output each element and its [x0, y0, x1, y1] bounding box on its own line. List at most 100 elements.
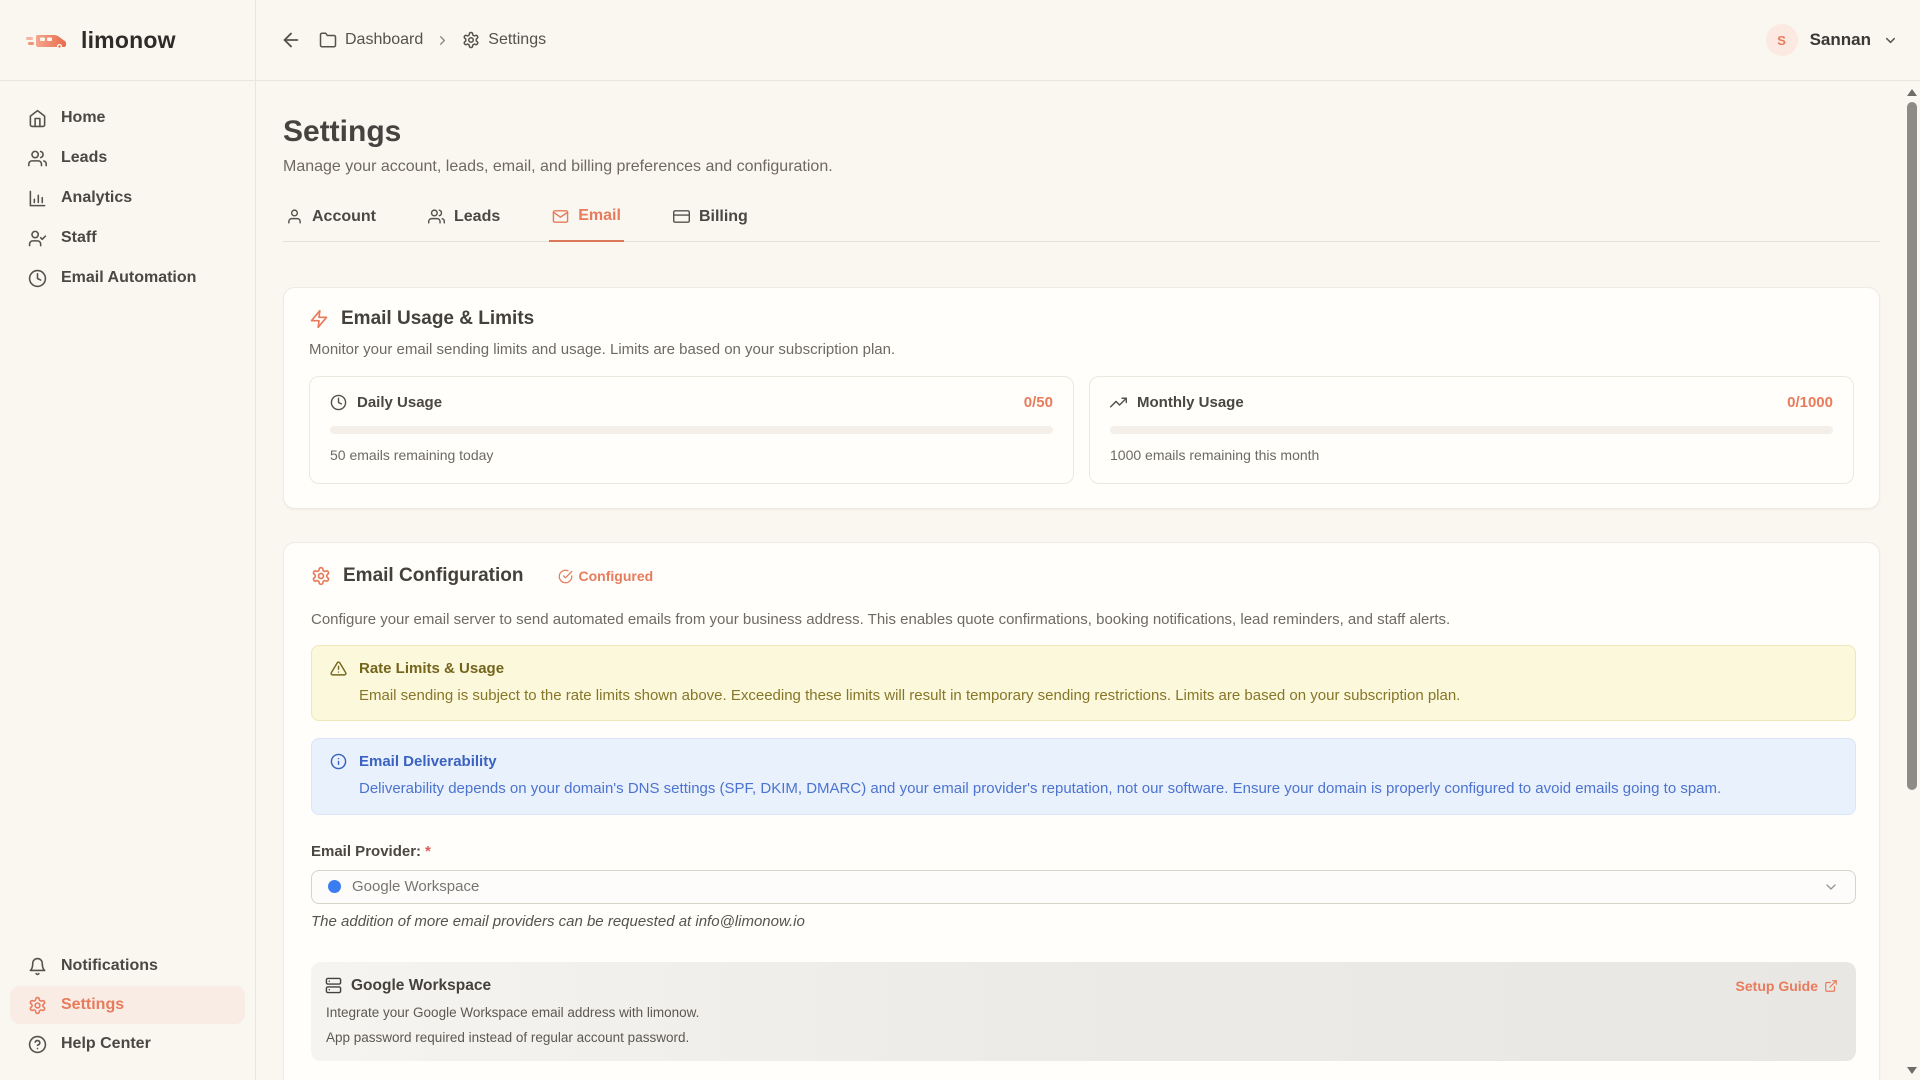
- google-workspace-head: Google Workspace Setup Guide: [325, 977, 1838, 995]
- setup-guide-link[interactable]: Setup Guide: [1736, 978, 1838, 994]
- tab-leads[interactable]: Leads: [425, 207, 503, 241]
- email-provider-label: Email Provider:*: [311, 843, 1854, 860]
- configured-badge-label: Configured: [579, 568, 654, 584]
- deliverability-info: Email Deliverability Deliverability depe…: [311, 738, 1856, 814]
- breadcrumb-settings[interactable]: Settings: [462, 31, 546, 49]
- daily-usage-label: Daily Usage: [357, 394, 442, 411]
- sidebar-item-notifications[interactable]: Notifications: [0, 946, 255, 986]
- back-arrow-icon[interactable]: [280, 29, 302, 51]
- google-workspace-line1: Integrate your Google Workspace email ad…: [325, 1005, 1838, 1020]
- home-icon: [28, 109, 47, 128]
- sidebar-bottom-nav: Notifications Settings Help Center: [0, 946, 255, 1080]
- google-workspace-title: Google Workspace: [351, 977, 491, 995]
- tab-account[interactable]: Account: [283, 207, 379, 241]
- zap-icon: [309, 309, 329, 329]
- tab-billing[interactable]: Billing: [670, 207, 751, 241]
- page-subtitle: Manage your account, leads, email, and b…: [283, 158, 1880, 176]
- monthly-usage-remaining: 1000 emails remaining this month: [1110, 447, 1833, 463]
- bell-icon: [28, 957, 47, 976]
- selected-provider: Google Workspace: [352, 878, 479, 895]
- warning-title: Rate Limits & Usage: [359, 660, 504, 677]
- provider-color-dot: [328, 880, 341, 893]
- sidebar-item-label: Email Automation: [61, 269, 196, 287]
- help-circle-icon: [28, 1035, 47, 1054]
- daily-usage-head: Daily Usage 0/50: [330, 394, 1053, 411]
- gear-icon: [311, 566, 331, 586]
- config-section-head: Email Configuration Configured: [311, 565, 1854, 587]
- chevron-down-icon: [1883, 33, 1898, 48]
- external-link-icon: [1824, 979, 1838, 993]
- credit-card-icon: [673, 208, 690, 225]
- limo-truck-icon: [26, 29, 68, 51]
- scrollbar-thumb[interactable]: [1907, 102, 1917, 790]
- scrollbar-down-arrow[interactable]: [1907, 1067, 1917, 1075]
- sidebar-item-staff[interactable]: Staff: [0, 218, 255, 258]
- daily-usage-remaining: 50 emails remaining today: [330, 447, 1053, 463]
- sidebar-nav: Home Leads Analytics Staff Email Automat…: [0, 81, 255, 298]
- sidebar-item-analytics[interactable]: Analytics: [0, 178, 255, 218]
- gear-icon: [28, 996, 47, 1015]
- email-provider-select[interactable]: Google Workspace: [311, 870, 1856, 904]
- sidebar-item-settings[interactable]: Settings: [10, 986, 245, 1024]
- mail-icon: [552, 208, 569, 225]
- sidebar-item-home[interactable]: Home: [0, 98, 255, 138]
- user-check-icon: [28, 229, 47, 248]
- users-icon: [428, 208, 445, 225]
- brand-name: limonow: [81, 27, 176, 54]
- trending-up-icon: [1110, 394, 1127, 411]
- sidebar-item-label: Help Center: [61, 1035, 151, 1053]
- info-text: Deliverability depends on your domain's …: [359, 779, 1837, 799]
- server-icon: [325, 977, 342, 994]
- google-workspace-line2: App password required instead of regular…: [325, 1030, 1838, 1045]
- tab-email[interactable]: Email: [549, 207, 624, 242]
- app-window: limonow Home Leads Analytics Staff Email: [0, 0, 1920, 1080]
- email-provider-label-text: Email Provider:: [311, 843, 421, 860]
- brand-logo[interactable]: limonow: [0, 0, 255, 81]
- user-name: Sannan: [1810, 30, 1871, 50]
- alert-triangle-icon: [330, 660, 347, 677]
- sidebar-item-help-center[interactable]: Help Center: [0, 1024, 255, 1064]
- breadcrumb-dashboard[interactable]: Dashboard: [319, 31, 423, 49]
- usage-grid: Daily Usage 0/50 50 emails remaining tod…: [309, 376, 1854, 484]
- chevron-down-icon: [1823, 879, 1839, 895]
- tab-label: Account: [312, 208, 376, 226]
- gear-icon: [462, 31, 480, 49]
- clock-icon: [330, 394, 347, 411]
- sidebar-item-label: Analytics: [61, 189, 132, 207]
- usage-section-desc: Monitor your email sending limits and us…: [309, 341, 1854, 358]
- chevron-right-icon: [435, 33, 450, 48]
- config-section-title: Email Configuration: [343, 565, 524, 587]
- provider-note: The addition of more email providers can…: [311, 913, 1854, 930]
- breadcrumb-label: Dashboard: [345, 31, 423, 49]
- sidebar-spacer: [0, 298, 255, 946]
- users-icon: [28, 149, 47, 168]
- required-asterisk: *: [425, 843, 431, 860]
- rate-limits-warning: Rate Limits & Usage Email sending is sub…: [311, 645, 1856, 721]
- sidebar-item-label: Settings: [61, 996, 124, 1014]
- monthly-usage-label: Monthly Usage: [1137, 394, 1244, 411]
- user-icon: [286, 208, 303, 225]
- info-title-row: Email Deliverability: [330, 753, 1837, 770]
- folder-icon: [319, 31, 337, 49]
- sidebar-item-label: Notifications: [61, 957, 158, 975]
- user-menu[interactable]: S Sannan: [1766, 24, 1898, 56]
- warning-title-row: Rate Limits & Usage: [330, 660, 1837, 677]
- topbar: Dashboard Settings S Sannan: [256, 0, 1920, 81]
- main-area: Dashboard Settings S Sannan Settings Man…: [256, 0, 1920, 1080]
- sidebar-item-label: Leads: [61, 149, 107, 167]
- breadcrumb-separator: [435, 33, 450, 48]
- sidebar-item-leads[interactable]: Leads: [0, 138, 255, 178]
- scrollbar: [1904, 82, 1920, 1080]
- settings-tabs: Account Leads Email Billing: [283, 207, 1880, 242]
- breadcrumb-label: Settings: [488, 31, 546, 49]
- setup-guide-label: Setup Guide: [1736, 978, 1818, 994]
- scrollbar-up-arrow[interactable]: [1907, 88, 1917, 96]
- sidebar-item-label: Staff: [61, 229, 97, 247]
- monthly-usage-card: Monthly Usage 0/1000 1000 emails remaini…: [1089, 376, 1854, 484]
- daily-usage-value: 0/50: [1024, 394, 1053, 411]
- sidebar-item-email-automation[interactable]: Email Automation: [0, 258, 255, 298]
- check-circle-icon: [558, 569, 573, 584]
- email-usage-card: Email Usage & Limits Monitor your email …: [283, 287, 1880, 509]
- tab-label: Email: [578, 207, 621, 225]
- monthly-usage-value: 0/1000: [1787, 394, 1833, 411]
